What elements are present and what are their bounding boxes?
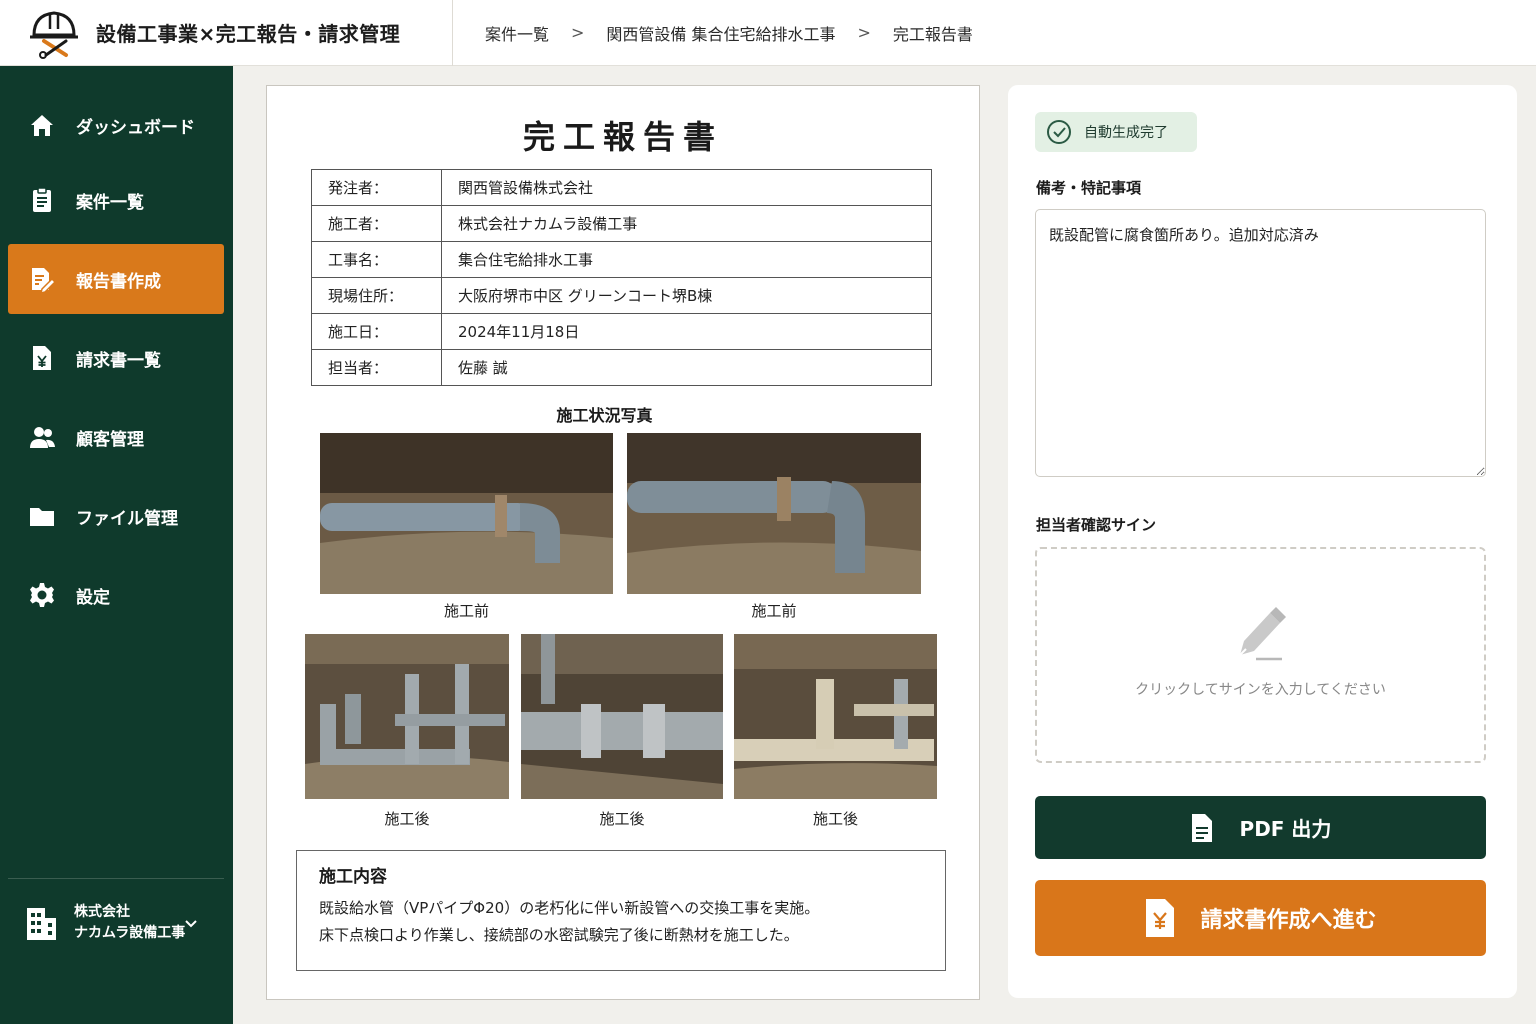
work-line: 床下点検口より作業し、接続部の水密試験完了後に断熱材を施工した。 xyxy=(319,926,799,944)
folder-icon xyxy=(30,508,54,526)
sidebar-item-files[interactable]: ファイル管理 xyxy=(8,481,224,551)
sidebar-item-label: ダッシュボード xyxy=(76,117,195,138)
sidebar-item-label: 顧客管理 xyxy=(76,429,144,450)
table-row: 現場住所： 大阪府堺市中区 グリーンコート堺B棟 xyxy=(311,277,932,314)
users-icon xyxy=(30,427,55,448)
home-icon xyxy=(31,115,53,136)
sidebar-item-label: 請求書一覧 xyxy=(76,350,161,371)
report-document: 完工報告書 発注者： 関西管設備株式会社 施工者： 株式会社ナカムラ設備工事 工事名… xyxy=(266,85,980,1000)
sidebar-item-dashboard[interactable]: ダッシュボード xyxy=(8,90,224,160)
sidebar-item-settings[interactable]: 設定 xyxy=(8,560,224,630)
check-circle-icon xyxy=(1047,120,1071,144)
photo-caption: 施工前 xyxy=(751,602,797,620)
work-title: 施工内容 xyxy=(319,867,387,887)
app-header: 設備工事業×完工報告・請求管理 案件一覧 > 関西管設備 集合住宅給排水工事 >… xyxy=(0,0,1536,66)
photo-after-2[interactable] xyxy=(521,634,723,799)
photos-section-title: 施工状況写真 xyxy=(556,406,653,425)
sidebar-item-customers[interactable]: 顧客管理 xyxy=(8,402,224,472)
table-row: 工事名： 集合住宅給排水工事 xyxy=(311,241,932,278)
notes-label: 備考・特記事項 xyxy=(1036,179,1142,197)
photo-caption: 施工後 xyxy=(599,810,645,828)
chevron-right-icon: > xyxy=(857,23,871,42)
pdf-export-button[interactable]: PDF 出力 xyxy=(1035,796,1486,859)
app-title: 設備工事業×完工報告・請求管理 xyxy=(96,22,401,46)
invoice-yen-icon xyxy=(1146,899,1175,937)
photo-after-3[interactable] xyxy=(734,634,937,799)
photo-caption: 施工後 xyxy=(384,810,430,828)
pen-icon xyxy=(1239,607,1286,661)
sidebar-item-label: ファイル管理 xyxy=(76,508,178,529)
sidebar-item-cases[interactable]: 案件一覧 xyxy=(8,165,224,235)
table-row: 施工者： 株式会社ナカムラ設備工事 xyxy=(311,205,932,242)
breadcrumb-item-cases[interactable]: 案件一覧 xyxy=(485,21,549,45)
create-invoice-label: 請求書作成へ進む xyxy=(1200,908,1377,933)
pdf-export-label: PDF 出力 xyxy=(1239,817,1332,841)
report-title: 完工報告書 xyxy=(522,118,723,156)
sidebar-item-report[interactable]: 報告書作成 xyxy=(8,244,224,314)
report-side-panel: 自動生成完了 備考・特記事項 既設配管に腐食箇所あり。追加対応済み 担当者確認サ… xyxy=(1008,85,1517,998)
breadcrumb: 案件一覧 > 関西管設備 集合住宅給排水工事 > 完工報告書 xyxy=(453,21,973,45)
sidebar-item-label: 案件一覧 xyxy=(76,192,144,213)
breadcrumb-item-current: 完工報告書 xyxy=(892,24,973,44)
create-invoice-button[interactable]: 請求書作成へ進む xyxy=(1035,880,1486,956)
chevron-down-icon[interactable] xyxy=(184,916,198,930)
brand: 設備工事業×完工報告・請求管理 xyxy=(0,0,453,66)
sidebar-item-invoices[interactable]: 請求書一覧 xyxy=(8,323,224,393)
building-icon xyxy=(27,908,56,940)
work-line: 既設給水管（VPパイプΦ20）の老朽化に伴い新設管への交換工事を実施。 xyxy=(319,899,820,917)
table-row: 発注者： 関西管設備株式会社 xyxy=(311,169,932,206)
sign-label: 担当者確認サイン xyxy=(1036,516,1157,534)
sidebar: ダッシュボード 案件一覧 報告書作成 請求書一覧 顧客管理 ファイル管理 設定 … xyxy=(0,66,233,1024)
sidebar-item-label: 報告書作成 xyxy=(76,271,161,292)
signature-hint: クリックしてサインを入力してください xyxy=(1135,682,1386,698)
photo-before-2[interactable] xyxy=(627,433,921,594)
document-icon xyxy=(1191,813,1212,842)
photo-after-1[interactable] xyxy=(305,634,509,799)
sidebar-divider xyxy=(8,878,224,879)
gear-icon xyxy=(30,583,54,607)
signature-pad[interactable]: クリックしてサインを入力してください xyxy=(1035,547,1486,763)
table-row: 担当者： 佐藤 誠 xyxy=(311,349,932,386)
clipboard-icon xyxy=(33,187,51,212)
photo-caption: 施工前 xyxy=(443,602,489,620)
report-info-table: 発注者： 関西管設備株式会社 施工者： 株式会社ナカムラ設備工事 工事名： 集合住宅給… xyxy=(311,169,932,386)
invoice-yen-icon xyxy=(33,346,51,370)
chevron-right-icon: > xyxy=(571,23,585,42)
work-description-box: 施工内容 既設給水管（VPパイプΦ20）の老朽化に伴い新設管への交換工事を実施。… xyxy=(296,850,946,971)
company-name: 株式会社 ナカムラ設備工事 xyxy=(74,904,186,941)
status-badge-label: 自動生成完了 xyxy=(1084,125,1168,141)
breadcrumb-item-project[interactable]: 関西管設備 集合住宅給排水工事 xyxy=(606,21,835,45)
helmet-tools-logo-icon xyxy=(30,10,78,59)
notes-textarea[interactable]: 既設配管に腐食箇所あり。追加対応済み xyxy=(1035,209,1486,477)
company-switcher[interactable]: 株式会社 ナカムラ設備工事 xyxy=(24,902,224,944)
sidebar-item-label: 設定 xyxy=(76,587,110,608)
photo-before-1[interactable] xyxy=(320,433,613,594)
table-row: 施工日： 2024年11月18日 xyxy=(311,313,932,350)
status-badge: 自動生成完了 xyxy=(1035,112,1197,152)
photo-caption: 施工後 xyxy=(812,810,858,828)
report-edit-icon xyxy=(32,268,56,293)
